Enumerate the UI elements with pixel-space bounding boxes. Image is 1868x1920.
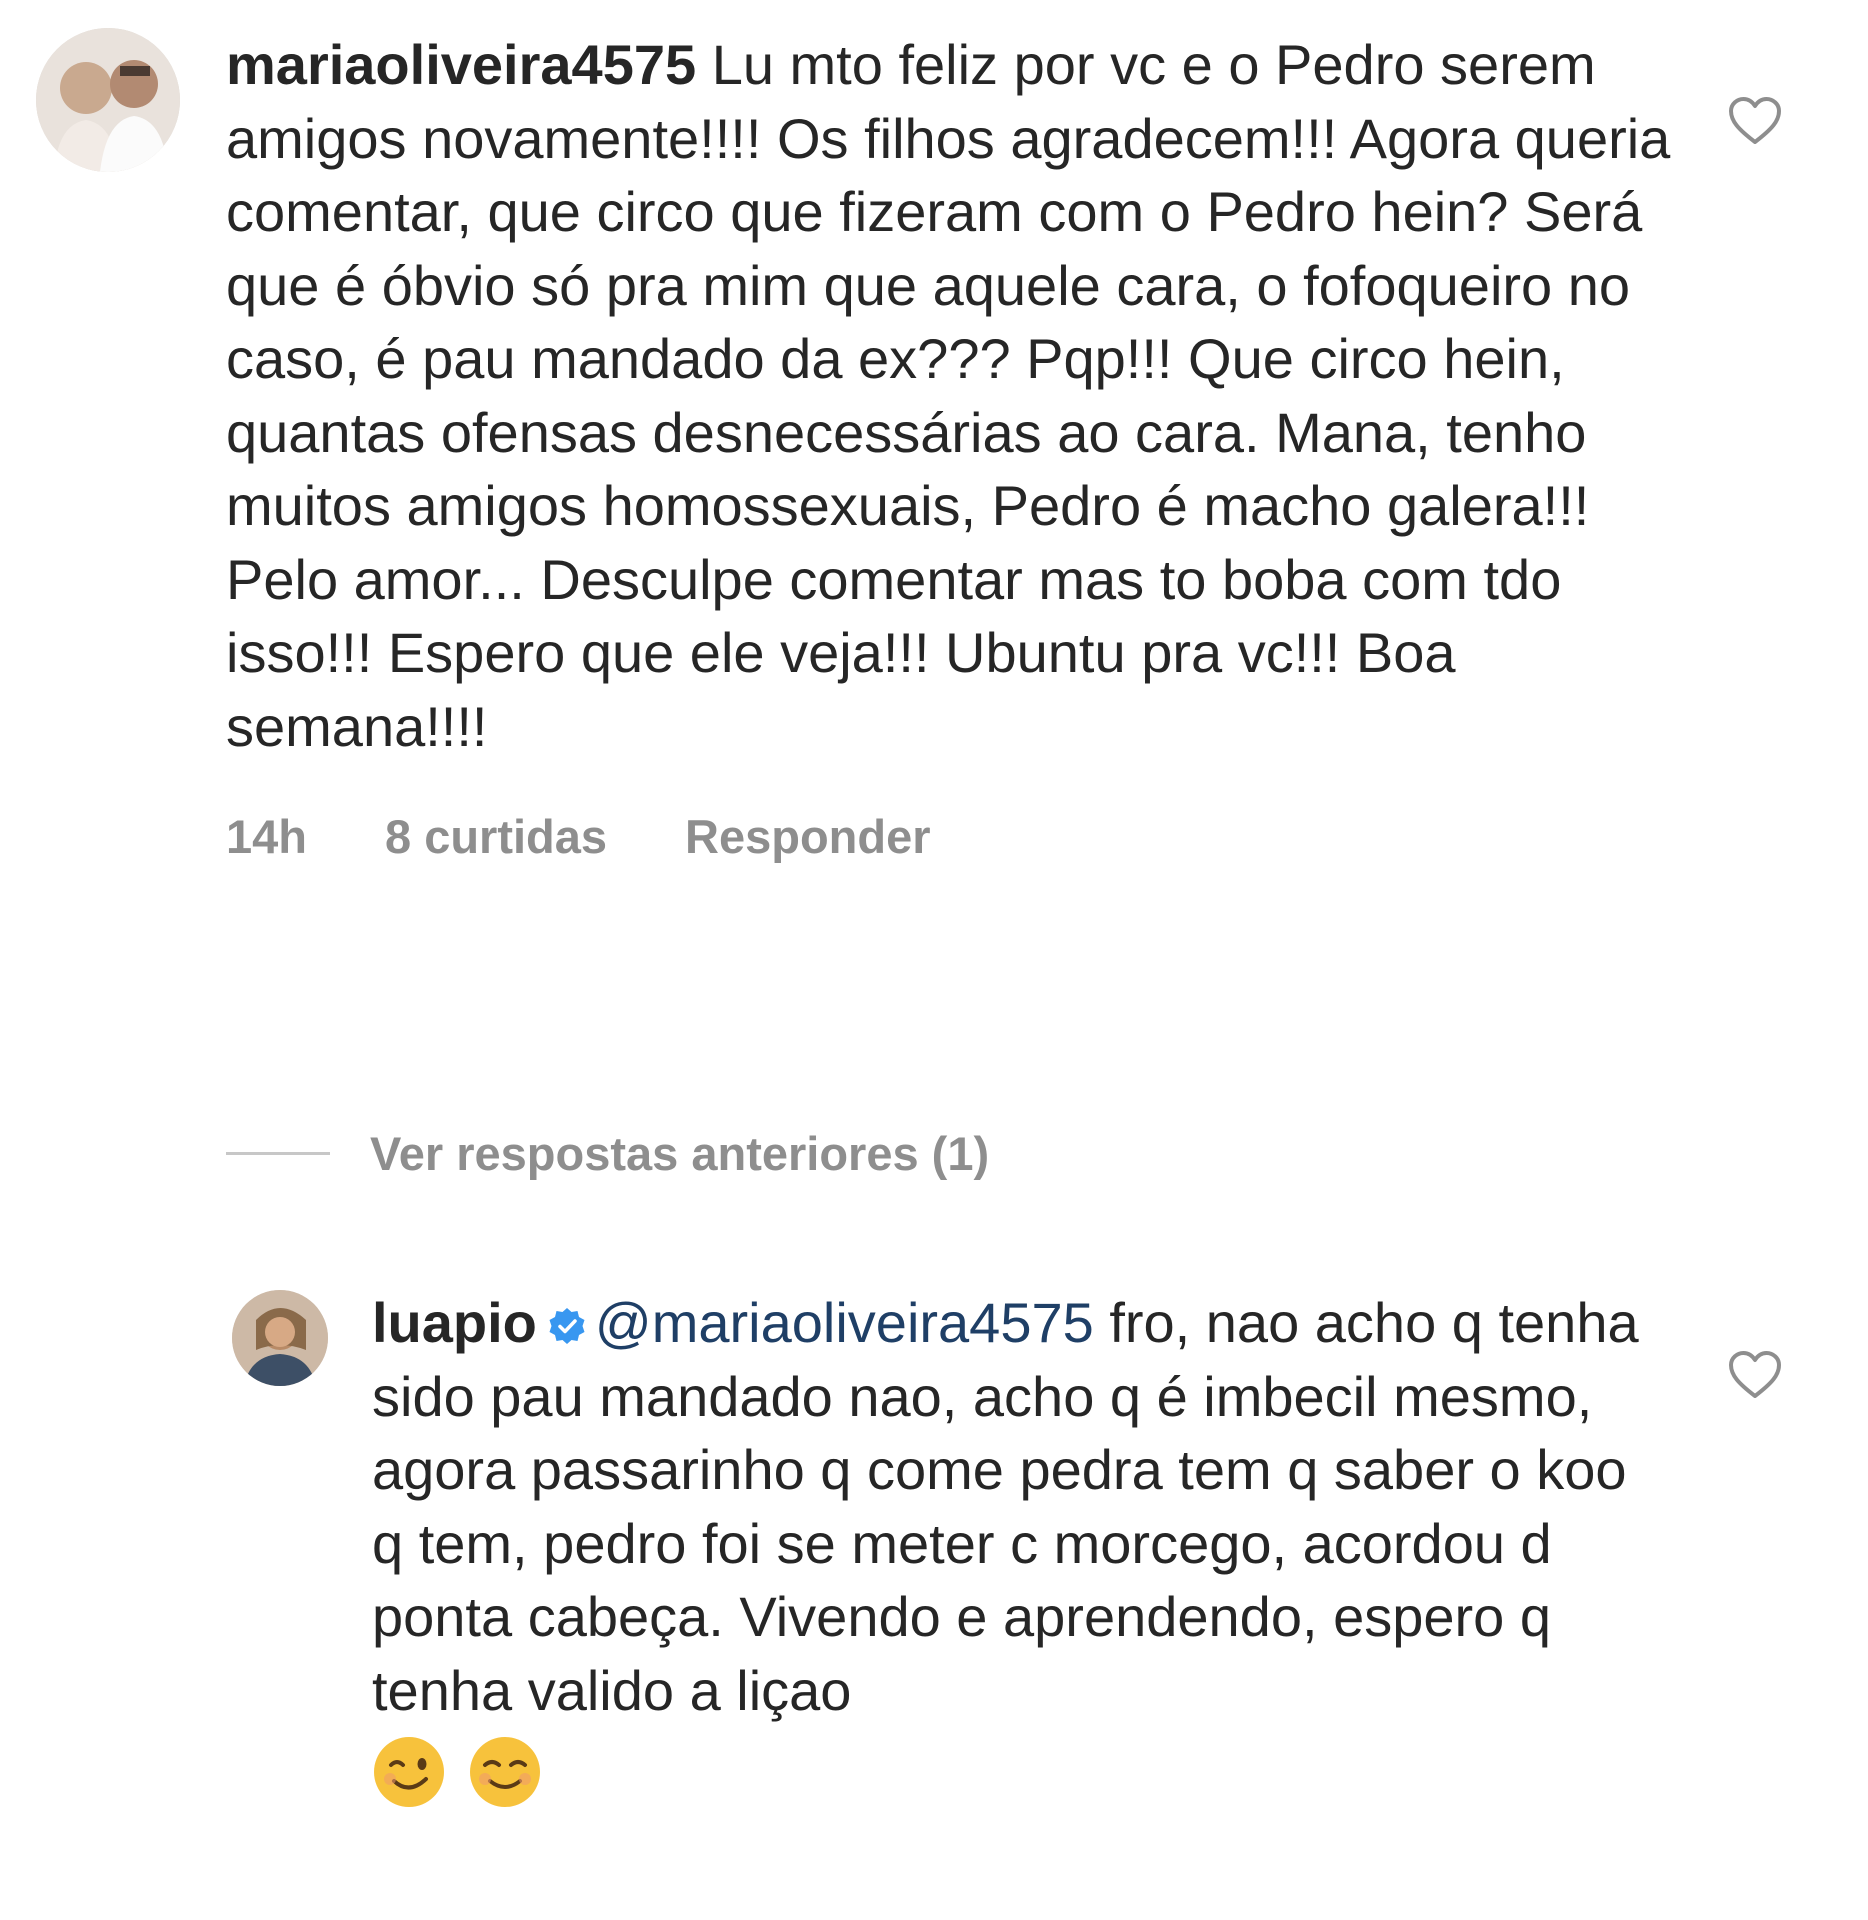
reply-button[interactable]: Responder — [685, 809, 931, 864]
replies-divider-line — [226, 1152, 330, 1155]
reply-avatar[interactable] — [232, 1290, 328, 1386]
view-previous-replies[interactable]: Ver respostas anteriores (1) — [226, 1126, 989, 1181]
comment-time: 14h — [226, 810, 307, 863]
reply-item: luapio @mariaoliveira4575 fro, nao acho q… — [232, 1286, 1822, 1809]
reply-text: luapio @mariaoliveira4575 fro, nao acho q… — [372, 1286, 1652, 1727]
like-heart-icon[interactable] — [1728, 96, 1782, 146]
view-replies-label[interactable]: Ver respostas anteriores (1) — [370, 1126, 989, 1181]
reply-emojis — [372, 1735, 1652, 1809]
avatar[interactable] — [36, 28, 180, 172]
comment-username[interactable]: mariaoliveira4575 — [226, 33, 696, 96]
avatar-photo-icon — [232, 1290, 328, 1386]
reply-body: fro, nao acho q tenha sido pau mandado n… — [372, 1291, 1639, 1722]
smiling-face-icon — [470, 1737, 540, 1807]
comment-likes[interactable]: 8 curtidas — [385, 809, 607, 864]
avatar-photo-icon — [36, 28, 180, 172]
comment-text: mariaoliveira4575 Lu mto feliz por vc e … — [226, 28, 1676, 763]
like-heart-icon[interactable] — [1728, 1350, 1782, 1400]
reply-username[interactable]: luapio — [372, 1291, 537, 1354]
comment-item: mariaoliveira4575 Lu mto feliz por vc e … — [36, 28, 1816, 864]
verified-badge-icon — [549, 1308, 585, 1344]
comment-meta: 14h 8 curtidas Responder — [226, 809, 1676, 864]
reply-mention[interactable]: @mariaoliveira4575 — [595, 1291, 1094, 1354]
winking-face-icon — [374, 1737, 444, 1807]
comment-body: Lu mto feliz por vc e o Pedro serem amig… — [226, 33, 1671, 758]
